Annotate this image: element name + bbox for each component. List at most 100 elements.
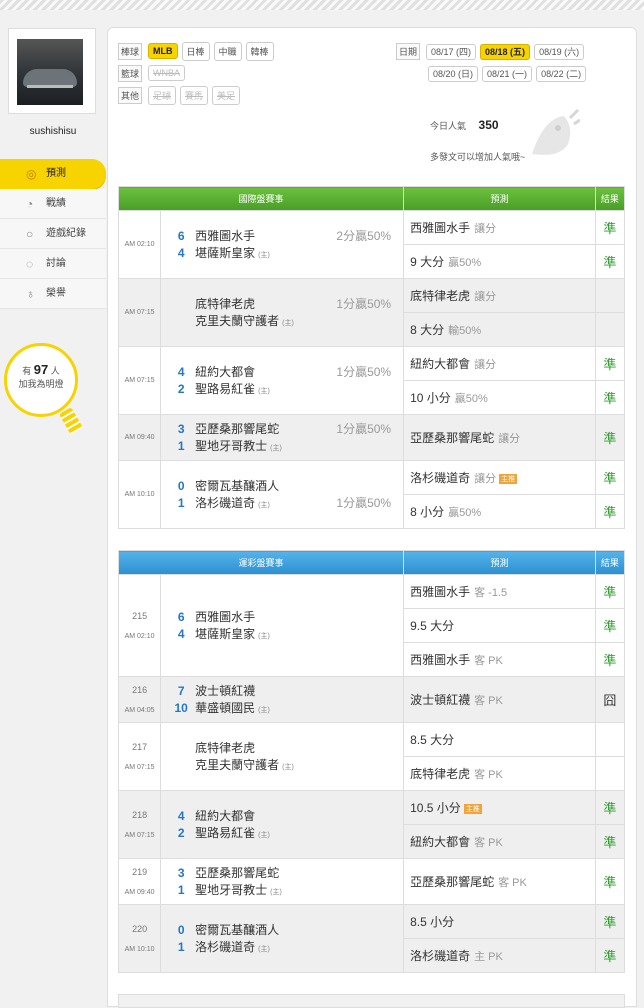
game-id: 215 [132, 611, 148, 621]
date-chip[interactable]: 08/22 (二) [536, 65, 587, 82]
home-team-name[interactable]: 堪薩斯皇家 [195, 626, 255, 643]
game-id: 217 [132, 742, 148, 752]
sidebar-item-1[interactable]: ◔ 戰績 [0, 189, 106, 219]
featured-badge: 主推 [463, 803, 482, 814]
game-time-cell: 218 AM 07:15 [117, 790, 162, 859]
date-chip[interactable]: 08/17 (四) [426, 43, 477, 60]
date-chip[interactable]: 08/18 (五) [480, 43, 531, 60]
prediction-cell[interactable]: 紐約大都會客 PK [403, 824, 596, 859]
prediction-cell[interactable]: 亞歷桑那響尾蛇 讓分 [403, 414, 596, 461]
sidebar-item-4[interactable]: ♁ 榮譽 [0, 279, 106, 309]
away-team-name[interactable]: 紐約大都會 [195, 364, 255, 381]
date-chip[interactable]: 08/20 (日) [428, 65, 479, 82]
away-team-name[interactable]: 西雅圖水手 [195, 228, 255, 245]
prediction-cell[interactable]: 10.5 小分 主推 [403, 790, 596, 825]
prediction-cell[interactable]: 8.5 大分 [403, 722, 596, 757]
prediction-cell[interactable]: 洛杉磯道奇主 PK [403, 938, 596, 973]
away-team-name[interactable]: 亞歷桑那響尾蛇 [195, 421, 279, 438]
matchup: 4 紐約大都會 1分贏50% 2 聖路易紅雀 (主) [160, 346, 405, 415]
home-marker: (主) [258, 501, 270, 509]
game-id: 219 [132, 867, 148, 877]
away-score: 4 [177, 364, 185, 379]
prediction-cell[interactable]: 10 小分 贏50% [403, 380, 596, 415]
home-team-name[interactable]: 聖路易紅雀 [195, 825, 255, 842]
prediction-cell[interactable]: 底特律老虎客 PK [403, 756, 596, 791]
away-team-name[interactable]: 密爾瓦基釀酒人 [195, 922, 279, 939]
away-score: 7 [177, 683, 185, 698]
filter-chip[interactable]: 中職 [213, 41, 242, 61]
prediction-cell[interactable]: 洛杉磯道奇 讓分 主推 [403, 460, 596, 495]
home-team-name[interactable]: 華盛頓國民 [195, 700, 255, 717]
date-chip[interactable]: 08/19 (六) [534, 43, 585, 60]
away-team-name[interactable]: 紐約大都會 [195, 808, 255, 825]
home-team-name[interactable]: 克里夫蘭守護者 [195, 757, 279, 774]
prediction-detail: 贏50% [448, 507, 482, 519]
prediction-main: 8.5 小分 [410, 915, 455, 929]
table-row: AM 07:15 底特律老虎 1分贏50% 克里夫蘭守護者 (主) 底特律老虎 讓分 [117, 278, 626, 347]
prediction-detail: 客 PK [474, 655, 503, 667]
prediction-cell[interactable]: 西雅圖水手 讓分 [403, 210, 596, 245]
result-cell: 準 [594, 608, 626, 643]
filter-chip[interactable]: 美足 [212, 85, 241, 105]
bulb-base-icon [58, 407, 84, 435]
home-team-name[interactable]: 克里夫蘭守護者 [195, 313, 279, 330]
history-icon: ○ [26, 227, 34, 241]
prediction-cell[interactable]: 9.5 大分 [403, 608, 596, 643]
game-id: 218 [132, 810, 148, 820]
prediction-cell[interactable]: 底特律老虎 讓分 [403, 278, 596, 313]
avatar[interactable] [17, 39, 83, 105]
prediction-detail: 讓分 [498, 433, 521, 445]
filter-chip[interactable]: 賽馬 [180, 85, 209, 105]
home-team-row: 2 聖路易紅雀 (主) [167, 381, 403, 398]
matchup: 0 密爾瓦基釀酒人 1 洛杉磯道奇 (主) 1分贏50% [160, 460, 405, 529]
away-team-name[interactable]: 波士頓紅襪 [195, 683, 255, 700]
prediction-cell[interactable]: 9 大分 贏50% [403, 244, 596, 279]
away-team-name[interactable]: 底特律老虎 [195, 740, 255, 757]
away-team-row: 底特律老虎 1分贏50% [167, 296, 403, 313]
away-score: 3 [177, 421, 185, 436]
prediction-cell[interactable]: 8 大分 輸50% [403, 312, 596, 347]
away-team-row: 7 波士頓紅襪 [167, 683, 403, 700]
home-team-name[interactable]: 洛杉磯道奇 [195, 939, 255, 956]
sidebar-item-0[interactable]: ◎ 預測 [0, 159, 106, 189]
filter-chip[interactable]: MLB [148, 43, 178, 59]
prediction-detail: 客 -1.5 [474, 587, 508, 599]
home-team-name[interactable]: 聖路易紅雀 [195, 381, 255, 398]
away-team-name[interactable]: 密爾瓦基釀酒人 [195, 478, 279, 495]
away-team-name[interactable]: 西雅圖水手 [195, 609, 255, 626]
away-team-name[interactable]: 亞歷桑那響尾蛇 [195, 865, 279, 882]
prediction-cell[interactable]: 亞歷桑那響尾蛇客 PK [403, 858, 596, 905]
prediction-cell[interactable]: 西雅圖水手客 -1.5 [403, 574, 596, 609]
lamp-widget[interactable]: 有 97 人 加我為明燈 [4, 343, 84, 443]
prediction-cell[interactable]: 8.5 小分 [403, 904, 596, 939]
prediction-cell[interactable]: 波士頓紅襪客 PK [403, 676, 596, 723]
prediction-main: 西雅圖水手 [410, 221, 471, 235]
filter-row: 其他 足球 賽馬 美足 [118, 84, 278, 106]
home-team-row: 4 堪薩斯皇家 (主) [167, 245, 403, 262]
result-cell: 準 [594, 380, 626, 415]
username[interactable]: sushishisu [0, 126, 106, 137]
filter-chip[interactable]: WNBA [148, 65, 185, 81]
away-team-name[interactable]: 底特律老虎 [195, 296, 255, 313]
home-team-name[interactable]: 洛杉磯道奇 [195, 495, 255, 512]
sidebar-item-2[interactable]: ○ 遊戲紀錄 [0, 219, 106, 249]
home-team-name[interactable]: 聖地牙哥教士 [195, 882, 267, 899]
prediction-cell[interactable]: 8 小分 贏50% [403, 494, 596, 529]
prediction-cell[interactable]: 紐約大都會 讓分 [403, 346, 596, 381]
sidebar-item-3[interactable]: ◌ 討論 [0, 249, 106, 279]
filter-chip[interactable]: 韓棒 [245, 41, 274, 61]
matchup: 3 亞歷桑那響尾蛇 1分贏50% 1 聖地牙哥教士 (主) [160, 414, 405, 461]
filter-chip[interactable]: 足球 [148, 85, 177, 105]
prediction-main: 紐約大都會 [410, 357, 471, 371]
prediction-cell[interactable]: 西雅圖水手客 PK [403, 642, 596, 677]
home-team-name[interactable]: 堪薩斯皇家 [195, 245, 255, 262]
sports-lottery-table: 運彩盤賽事 預測 結果 215 AM 02:10 6 西雅圖水手 4 堪薩斯皇家 (主) 西雅… [117, 550, 626, 973]
away-team-row: 4 紐約大都會 [167, 808, 403, 825]
date-chip[interactable]: 08/21 (一) [482, 65, 533, 82]
home-team-name[interactable]: 聖地牙哥教士 [195, 438, 267, 455]
sl-header-result: 結果 [594, 550, 626, 575]
filter-chip[interactable]: 日棒 [181, 41, 210, 61]
sidebar-item-label: 榮譽 [46, 288, 66, 299]
prediction-detail: 贏50% [448, 257, 482, 269]
popularity-value: 350 [478, 118, 499, 132]
